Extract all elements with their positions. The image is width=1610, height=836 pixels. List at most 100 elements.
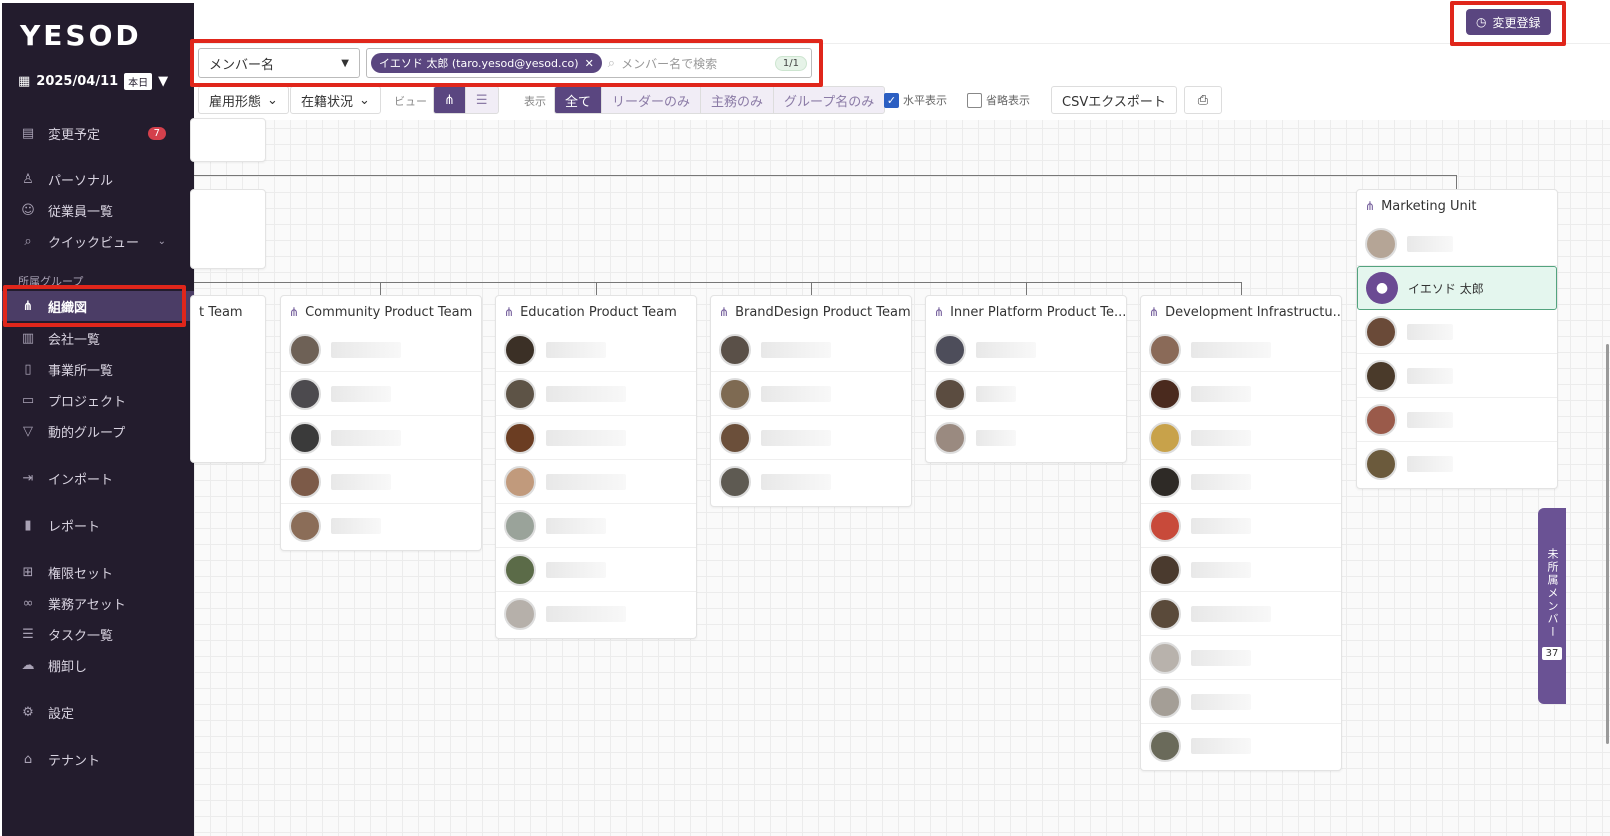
abbreviated-view-checkbox[interactable]: 省略表示 bbox=[967, 92, 1030, 108]
sidebar-item-projects[interactable]: ▭ プロジェクト bbox=[2, 385, 194, 415]
member-row[interactable] bbox=[1141, 372, 1341, 416]
view-toggle: ⋔ ☰ bbox=[433, 86, 499, 114]
sidebar-item-inventory[interactable]: ☁ 棚卸し bbox=[2, 650, 194, 680]
member-row[interactable] bbox=[1357, 442, 1557, 486]
member-row[interactable] bbox=[281, 372, 481, 416]
vertical-scrollbar[interactable] bbox=[1606, 344, 1609, 744]
print-button[interactable]: ⎙ bbox=[1184, 86, 1222, 114]
display-group-names-button[interactable]: グループ名のみ bbox=[774, 87, 884, 113]
group-card-partial[interactable] bbox=[190, 189, 266, 269]
member-row[interactable] bbox=[496, 372, 696, 416]
group-card-community[interactable]: ⋔ Community Product Team bbox=[280, 295, 482, 551]
display-leaders-button[interactable]: リーダーのみ bbox=[602, 87, 702, 113]
sidebar-item-offices[interactable]: ▯ 事業所一覧 bbox=[2, 354, 194, 384]
member-row[interactable] bbox=[1357, 310, 1557, 354]
member-row[interactable] bbox=[1141, 548, 1341, 592]
sidebar-item-personal[interactable]: ♙ パーソナル bbox=[2, 164, 194, 194]
view-label: ビュー bbox=[394, 95, 427, 108]
member-row[interactable] bbox=[496, 504, 696, 548]
member-row[interactable] bbox=[496, 592, 696, 636]
member-row[interactable] bbox=[281, 416, 481, 460]
sidebar-item-import[interactable]: ⇥ インポート bbox=[2, 463, 194, 493]
main-canvas[interactable]: ◷ 変更登録 メンバー名 ▼ イエソド 太郎 (taro.yesod@yesod… bbox=[190, 0, 1610, 836]
sidebar-item-business-assets[interactable]: ∞ 業務アセット bbox=[2, 588, 194, 618]
member-row[interactable] bbox=[1141, 328, 1341, 372]
employment-type-filter[interactable]: 雇用形態 ⌄ bbox=[198, 86, 289, 114]
member-search[interactable]: イエソド 太郎 (taro.yesod@yesod.co) ✕ ⌕ メンバー名で… bbox=[366, 48, 812, 78]
sidebar-item-report[interactable]: ▮ レポート bbox=[2, 510, 194, 540]
member-row[interactable] bbox=[1141, 592, 1341, 636]
member-row[interactable] bbox=[281, 328, 481, 372]
section-label-group: 所属グループ bbox=[18, 275, 84, 288]
member-row[interactable] bbox=[926, 416, 1126, 460]
date-selector[interactable]: ▦ 2025/04/11 本日 ▼ bbox=[18, 73, 168, 90]
member-row[interactable] bbox=[1141, 504, 1341, 548]
sidebar-item-pending-changes[interactable]: ▤ 変更予定 7 bbox=[2, 118, 194, 148]
member-row[interactable] bbox=[496, 416, 696, 460]
search-icon: ⌕ bbox=[24, 233, 32, 249]
sidebar-item-employees[interactable]: ☺ 従業員一覧 bbox=[2, 195, 194, 225]
sidebar-item-orgchart[interactable]: ⋔ 組織図 bbox=[2, 291, 194, 321]
selected-member-chip[interactable]: イエソド 太郎 (taro.yesod@yesod.co) ✕ bbox=[371, 53, 602, 73]
view-tree-button[interactable]: ⋔ bbox=[434, 87, 466, 113]
close-icon[interactable]: ✕ bbox=[585, 57, 594, 70]
sidebar-item-label: パーソナル bbox=[48, 173, 114, 189]
blurred-name bbox=[1191, 605, 1271, 622]
display-primary-button[interactable]: 主務のみ bbox=[701, 87, 775, 113]
sidebar-item-dynamic-groups[interactable]: ▽ 動的グループ bbox=[2, 416, 194, 446]
member-row[interactable] bbox=[496, 460, 696, 504]
sidebar-item-label: 会社一覧 bbox=[48, 332, 101, 348]
blurred-name bbox=[331, 518, 381, 534]
sidebar-item-settings[interactable]: ⚙ 設定 bbox=[2, 697, 194, 727]
enrollment-status-filter[interactable]: 在籍状況 ⌄ bbox=[290, 86, 381, 114]
horizontal-view-checkbox[interactable]: ✓ 水平表示 bbox=[884, 92, 947, 108]
member-row[interactable] bbox=[281, 504, 481, 548]
group-card-education[interactable]: ⋔ Education Product Team bbox=[495, 295, 697, 639]
view-list-button[interactable]: ☰ bbox=[466, 87, 498, 113]
member-row[interactable] bbox=[1141, 724, 1341, 768]
member-row[interactable] bbox=[711, 460, 911, 504]
sidebar-item-permission-set[interactable]: ⊞ 権限セット bbox=[2, 557, 194, 587]
member-row[interactable] bbox=[711, 328, 911, 372]
group-card-partial[interactable] bbox=[190, 118, 266, 162]
member-row-highlighted[interactable]: ● イエソド 太郎 bbox=[1357, 266, 1557, 310]
csv-export-button[interactable]: CSVエクスポート bbox=[1051, 86, 1177, 114]
sidebar-item-tasks[interactable]: ☰ タスク一覧 bbox=[2, 619, 194, 649]
avatar bbox=[289, 333, 321, 366]
group-card-partial-team[interactable]: t Team bbox=[190, 295, 266, 463]
search-input[interactable]: メンバー名で検索 bbox=[621, 55, 769, 72]
group-title: ⋔ BrandDesign Product Team bbox=[711, 296, 911, 328]
member-row[interactable] bbox=[1141, 416, 1341, 460]
member-row[interactable] bbox=[1357, 354, 1557, 398]
unassigned-members-tab[interactable]: 未所属メンバー 37 bbox=[1538, 508, 1566, 704]
member-row[interactable] bbox=[281, 460, 481, 504]
group-card-branddesign[interactable]: ⋔ BrandDesign Product Team bbox=[710, 295, 912, 507]
member-row[interactable] bbox=[496, 328, 696, 372]
member-row[interactable] bbox=[1141, 460, 1341, 504]
sidebar-item-companies[interactable]: ▥ 会社一覧 bbox=[2, 323, 194, 353]
member-row[interactable] bbox=[926, 328, 1126, 372]
member-row[interactable] bbox=[711, 416, 911, 460]
avatar bbox=[504, 465, 536, 498]
member-row[interactable] bbox=[926, 372, 1126, 416]
group-card-marketing[interactable]: ⋔ Marketing Unit ● イエソド 太郎 bbox=[1356, 189, 1558, 489]
member-row[interactable] bbox=[496, 548, 696, 592]
blurred-name bbox=[1191, 561, 1251, 578]
member-field-select[interactable]: メンバー名 ▼ bbox=[198, 48, 360, 78]
group-card-inner-platform[interactable]: ⋔ Inner Platform Product Te... bbox=[925, 295, 1127, 463]
group-card-dev-infra[interactable]: ⋔ Development Infrastructu... bbox=[1140, 295, 1342, 771]
member-row[interactable] bbox=[711, 372, 911, 416]
display-all-button[interactable]: 全て bbox=[555, 87, 603, 113]
member-row[interactable] bbox=[1141, 636, 1341, 680]
member-row[interactable] bbox=[1141, 680, 1341, 724]
blurred-name bbox=[546, 606, 626, 622]
avatar bbox=[1149, 377, 1181, 410]
sidebar-item-quickview[interactable]: ⌕ クイックビュー ⌄ bbox=[2, 226, 194, 256]
blurred-name bbox=[546, 473, 626, 490]
sidebar-item-tenant[interactable]: ⌂ テナント bbox=[2, 744, 194, 774]
change-register-button[interactable]: ◷ 変更登録 bbox=[1466, 9, 1551, 35]
avatar bbox=[1149, 421, 1181, 454]
member-row[interactable] bbox=[1357, 222, 1557, 266]
member-row[interactable] bbox=[1357, 398, 1557, 442]
checkbox-empty-icon bbox=[967, 92, 982, 108]
